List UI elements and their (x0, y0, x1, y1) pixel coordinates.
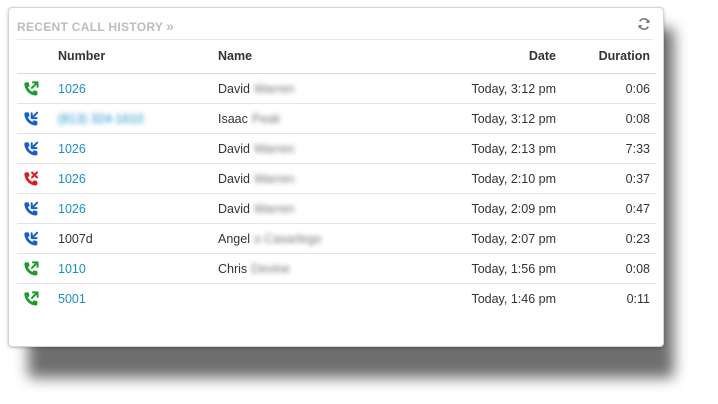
incoming-call-icon (22, 230, 58, 248)
call-duration: 0:11 (626, 291, 650, 306)
call-row: 5001 Today, 1:46 pm 0:11 (17, 284, 656, 314)
caller-name-cell: David Warren (218, 193, 408, 224)
call-date: Today, 1:56 pm (408, 253, 556, 284)
caller-last-name-redacted: Warren (253, 81, 295, 96)
call-date: Today, 3:12 pm (408, 73, 556, 104)
call-date: Today, 3:12 pm (408, 103, 556, 134)
caller-name-cell: David Warren (218, 133, 408, 164)
call-number-link[interactable]: 5001 (58, 292, 86, 306)
caller-name-cell (218, 284, 408, 314)
call-number-link[interactable]: 1026 (58, 142, 86, 156)
call-number-cell: 1007d (58, 223, 218, 254)
call-number-cell: (813) 324-1610 (58, 103, 218, 134)
caller-name-cell: David Warren (218, 163, 408, 194)
call-number-cell: 1026 (58, 73, 218, 104)
call-row: 1026 David Warren Today, 2:10 pm 0:37 (17, 163, 656, 194)
call-number-link[interactable]: (813) 324-1610 (58, 112, 143, 126)
call-duration: 0:08 (556, 253, 656, 284)
caller-first-name: Angel (218, 231, 250, 246)
call-type-cell (17, 253, 58, 284)
outgoing-call-icon (22, 260, 58, 278)
caller-first-name: David (218, 171, 250, 186)
caller-last-name-redacted: Warren (253, 171, 295, 186)
caller-last-name-redacted: o Casarlego (253, 231, 322, 246)
call-type-cell (17, 193, 58, 224)
call-number-link[interactable]: 1026 (58, 82, 86, 96)
caller-first-name: Chris (218, 261, 248, 276)
call-type-cell (17, 284, 58, 314)
caller-first-name: David (218, 201, 250, 216)
caller-last-name-redacted: Warren (253, 141, 295, 156)
call-duration: 0:06 (556, 73, 656, 104)
caller-name-cell: Isaac Peak (218, 103, 408, 134)
call-date: Today, 1:46 pm (471, 291, 556, 306)
call-number-link[interactable]: 1026 (58, 202, 86, 216)
call-number-link[interactable]: 1026 (58, 172, 86, 186)
call-number-cell: 5001 (58, 284, 218, 314)
call-number: 1007d (58, 231, 93, 246)
call-date: Today, 2:13 pm (408, 133, 556, 164)
table-header-row: Number Name Date Duration (17, 45, 656, 74)
recent-call-history-panel: RECENT CALL HISTORY» Number Name Date Du… (8, 7, 664, 347)
call-row: 1007d Angel o Casarlego Today, 2:07 pm 0:23 (17, 223, 656, 254)
incoming-call-icon (22, 140, 58, 158)
panel-title-link[interactable]: RECENT CALL HISTORY» (17, 18, 174, 34)
refresh-icon[interactable] (637, 17, 653, 33)
missed-call-icon (22, 170, 58, 188)
call-type-cell (17, 133, 58, 164)
call-number-cell: 1026 (58, 133, 218, 164)
name-column-header[interactable]: Name (218, 45, 408, 74)
double-chevron-icon: » (166, 18, 175, 34)
call-type-cell (17, 103, 58, 134)
caller-name-cell: Chris Devine (218, 253, 408, 284)
call-row: 1026 David Warren Today, 2:09 pm 0:47 (17, 193, 656, 224)
panel-title: RECENT CALL HISTORY (17, 20, 164, 34)
call-history-table: Number Name Date Duration 1026 David Warre… (17, 45, 656, 313)
call-duration: 0:37 (556, 163, 656, 194)
duration-column-header[interactable]: Duration (556, 45, 656, 74)
call-number-cell: 1010 (58, 253, 218, 284)
call-number-cell: 1026 (58, 163, 218, 194)
call-type-cell (17, 73, 58, 104)
panel-header: RECENT CALL HISTORY» (17, 17, 653, 40)
call-type-cell (17, 163, 58, 194)
call-number-link[interactable]: 1010 (58, 262, 86, 276)
outgoing-call-icon (22, 290, 58, 308)
call-number-cell: 1026 (58, 193, 218, 224)
call-rows: 1026 David Warren Today, 3:12 pm 0:06 (813) 3… (17, 73, 656, 314)
call-row: 1026 David Warren Today, 3:12 pm 0:06 (17, 73, 656, 104)
call-date: Today, 2:10 pm (408, 163, 556, 194)
caller-last-name-redacted: Peak (251, 111, 281, 126)
caller-name-cell: Angel o Casarlego (218, 223, 408, 254)
call-row: 1026 David Warren Today, 2:13 pm 7:33 (17, 133, 656, 164)
incoming-call-icon (22, 200, 58, 218)
caller-last-name-redacted (218, 292, 222, 306)
caller-last-name-redacted: Warren (253, 201, 295, 216)
type-column-header (17, 45, 58, 74)
call-duration: 0:08 (556, 103, 656, 134)
call-duration: 0:23 (556, 223, 656, 254)
call-type-cell (17, 223, 58, 254)
caller-first-name: Isaac (218, 111, 248, 126)
number-column-header[interactable]: Number (58, 45, 218, 74)
call-row: 1010 Chris Devine Today, 1:56 pm 0:08 (17, 253, 656, 284)
caller-name-cell: David Warren (218, 73, 408, 104)
call-duration: 0:47 (556, 193, 656, 224)
caller-first-name: David (218, 81, 250, 96)
date-column-header[interactable]: Date (408, 45, 556, 74)
call-date: Today, 2:07 pm (408, 223, 556, 254)
call-duration: 7:33 (556, 133, 656, 164)
call-date: Today, 2:09 pm (408, 193, 556, 224)
call-row: (813) 324-1610 Isaac Peak Today, 3:12 pm 0:0… (17, 103, 656, 134)
caller-first-name: David (218, 141, 250, 156)
caller-last-name-redacted: Devine (251, 261, 291, 276)
outgoing-call-icon (22, 80, 58, 98)
incoming-call-icon (22, 110, 58, 128)
